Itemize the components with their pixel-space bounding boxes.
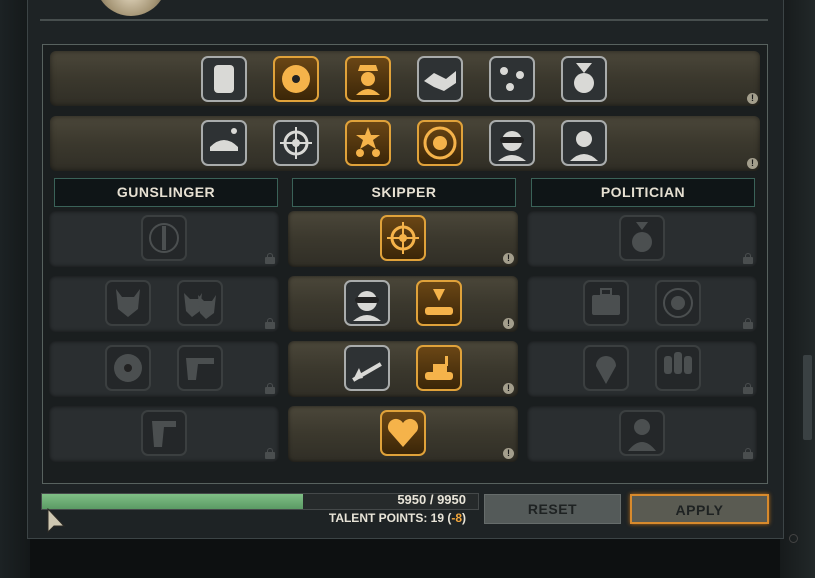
shared-talent-row-1: ! [50,51,760,106]
pistol-icon[interactable] [177,345,223,391]
lock-icon [265,253,275,264]
handshake-icon[interactable] [417,56,463,102]
lock-icon [743,253,753,264]
info-icon[interactable]: ! [747,158,758,169]
reset-button[interactable]: RESET [484,494,621,524]
revolver-cylinder-icon[interactable] [273,56,319,102]
goggles-soldier-icon[interactable] [344,280,390,326]
talent-points-label: TALENT POINTS: 19 ( [328,511,452,525]
medal-icon[interactable] [561,56,607,102]
info-icon[interactable]: ! [747,93,758,104]
resize-corner-icon[interactable] [789,534,798,543]
rifle-fire-icon[interactable] [344,345,390,391]
briefcase-icon[interactable] [583,280,629,326]
apply-button[interactable]: APPLY [630,494,769,524]
background-right [780,0,815,578]
lock-icon [743,448,753,459]
skipper-tier-2: ! [288,276,518,332]
raised-fists-icon[interactable] [655,345,701,391]
map-pins-icon[interactable] [489,56,535,102]
tank-icon[interactable] [416,345,462,391]
singing-cap-icon[interactable] [201,120,247,166]
goggles-soldier-icon[interactable] [489,120,535,166]
top-frame-line [40,14,768,21]
xp-progress-text: 5950 / 9950 [397,492,466,507]
laurel-fist-icon[interactable] [417,120,463,166]
shining-politician-icon[interactable] [561,120,607,166]
xp-progress-fill [42,494,303,509]
talent-points-close: ) [462,511,466,525]
info-icon[interactable]: ! [503,383,514,394]
info-icon[interactable]: ! [503,448,514,459]
lock-icon [743,318,753,329]
wolf-pack-icon[interactable] [177,280,223,326]
info-icon[interactable]: ! [503,318,514,329]
pistol-side-icon[interactable] [141,410,187,456]
shared-talent-row-2: ! [50,116,760,171]
star-medal-icon[interactable] [619,215,665,261]
gun-sight-icon[interactable] [141,215,187,261]
map-pin-icon[interactable] [583,345,629,391]
politician-tier-2 [527,276,757,332]
lock-icon [265,448,275,459]
heartbeat-icon[interactable] [380,410,426,456]
background-scrollbar[interactable] [803,355,812,440]
bust-icon[interactable] [619,410,665,456]
info-icon[interactable]: ! [503,253,514,264]
politician-tier-3 [527,341,757,397]
revolver-cylinder-icon[interactable] [105,345,151,391]
mouse-cursor-icon [47,508,66,534]
soldiers-star-icon[interactable] [345,120,391,166]
lock-icon [265,318,275,329]
tank-explosion-icon[interactable] [416,280,462,326]
lock-icon [265,383,275,394]
officer-portrait-icon[interactable] [345,56,391,102]
gunslinger-tier-3 [49,341,279,397]
skipper-tier-3: ! [288,341,518,397]
lock-icon [743,383,753,394]
tree-header-skipper: SKIPPER [292,178,516,207]
ship-wheel-icon[interactable] [380,215,426,261]
gunslinger-tier-2 [49,276,279,332]
tree-header-gunslinger: GUNSLINGER [54,178,278,207]
talent-points-text: TALENT POINTS: 19 (-8) [290,511,466,525]
ship-wheel-icon[interactable] [273,120,319,166]
talent-points-delta: -8 [451,511,462,525]
punch-target-icon[interactable] [655,280,701,326]
background-left [0,0,30,578]
pins-icon[interactable] [201,56,247,102]
tree-header-politician: POLITICIAN [531,178,755,207]
wolf-head-icon[interactable] [105,280,151,326]
